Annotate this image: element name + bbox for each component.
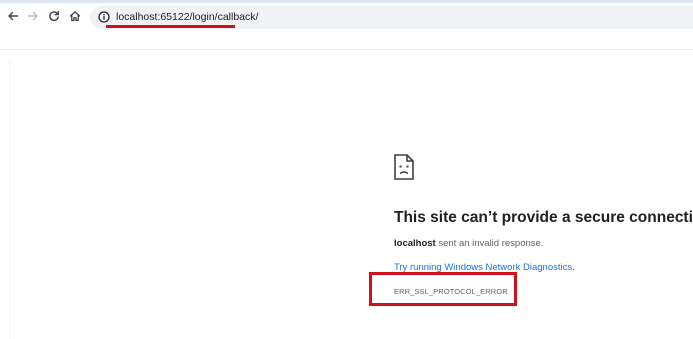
arrow-left-icon (8, 11, 19, 21)
home-button[interactable] (65, 6, 85, 26)
url-text[interactable]: localhost:65122/login/callback/ (116, 11, 258, 23)
home-icon (69, 11, 81, 22)
back-button[interactable] (3, 6, 23, 26)
error-host: localhost (394, 238, 436, 249)
url-highlight-underline (106, 25, 235, 28)
error-code-highlight-box (369, 272, 517, 306)
toolbar-divider (0, 49, 693, 50)
error-summary: localhost sent an invalid response. (394, 238, 543, 249)
forward-button[interactable] (23, 6, 43, 26)
arrow-right-icon (27, 11, 38, 21)
browser-toolbar: localhost:65122/login/callback/ (0, 3, 693, 30)
sad-document-icon (394, 154, 414, 180)
reload-icon (49, 10, 59, 21)
content-left-edge (9, 60, 10, 339)
error-summary-text: sent an invalid response. (435, 238, 544, 249)
info-circle-icon[interactable] (98, 11, 110, 23)
reload-button[interactable] (44, 6, 64, 26)
error-heading: This site can’t provide a secure connect… (394, 209, 693, 226)
